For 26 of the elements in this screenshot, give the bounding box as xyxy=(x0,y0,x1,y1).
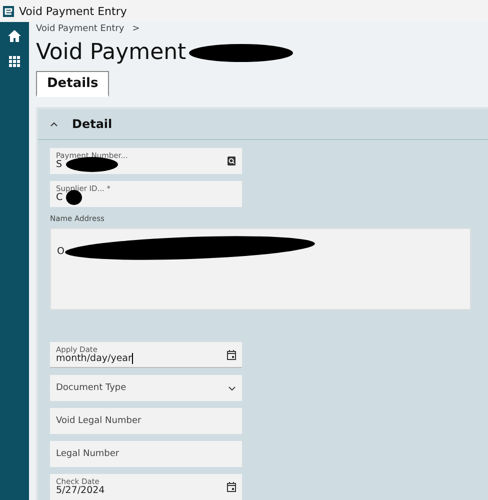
app-logo-icon xyxy=(3,6,14,16)
name-address-field[interactable]: O xyxy=(50,228,471,310)
page-title: Void Payment xyxy=(36,40,186,65)
window-title: Void Payment Entry xyxy=(19,4,127,18)
app-grid-icon[interactable] xyxy=(9,56,20,67)
field-value: C xyxy=(56,192,236,204)
calendar-icon[interactable] xyxy=(227,482,236,492)
breadcrumb-separator: > xyxy=(132,24,140,34)
field-placeholder: Document Type xyxy=(56,383,128,393)
section-header[interactable]: Detail xyxy=(38,109,488,140)
chevron-down-icon[interactable] xyxy=(228,386,236,390)
breadcrumb-link[interactable]: Void Payment Entry xyxy=(36,24,124,34)
calendar-icon[interactable] xyxy=(227,350,236,360)
dropdown-field[interactable]: Document Type xyxy=(50,375,242,401)
home-icon[interactable] xyxy=(8,30,21,42)
field-value: month/day/year xyxy=(56,354,134,364)
field-placeholder: Legal Number xyxy=(56,449,120,459)
input-field[interactable]: Void Legal Number xyxy=(50,408,242,434)
field-value: 5/27/2024 xyxy=(56,486,106,496)
search-icon[interactable] xyxy=(227,156,236,166)
section-title: Detail xyxy=(72,117,112,131)
field-value: S xyxy=(56,160,223,170)
field-value: O xyxy=(57,246,64,257)
tab[interactable]: Details xyxy=(36,71,110,97)
field-placeholder: Void Legal Number xyxy=(56,416,142,426)
input-field[interactable]: Legal Number xyxy=(50,441,242,467)
